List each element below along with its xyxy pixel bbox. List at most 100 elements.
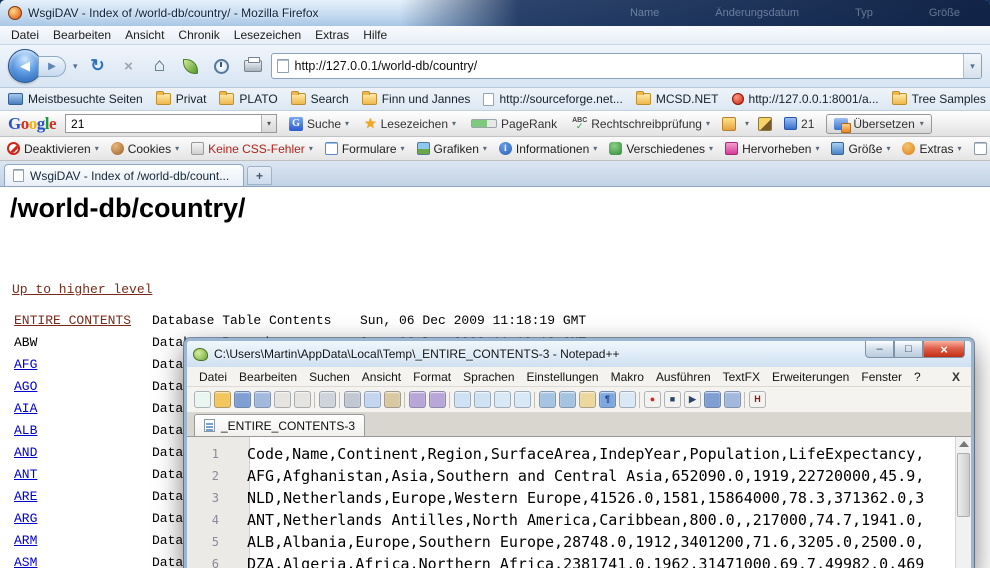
zoom-in-icon[interactable]	[494, 391, 511, 408]
paste-icon[interactable]	[384, 391, 401, 408]
print-button[interactable]	[240, 53, 266, 79]
line-text[interactable]: AFG,Afghanistan,Asia,Southern and Centra…	[235, 465, 924, 487]
menu-item[interactable]: Chronik	[171, 26, 226, 44]
stop-macro-icon[interactable]: ■	[664, 391, 681, 408]
bookmark-item[interactable]: Tree Samples	[892, 92, 986, 106]
bookmark-item[interactable]: Finn und Jannes	[362, 92, 471, 106]
google-counter[interactable]: 21	[781, 115, 817, 133]
webdev-item[interactable]: Keine CSS-Fehler ▾	[191, 142, 313, 156]
undo-icon[interactable]	[409, 391, 426, 408]
webdev-item[interactable]: Extras ▾	[902, 142, 961, 156]
dropdown-caret[interactable]: ▾	[745, 119, 749, 128]
bookmark-item[interactable]: PLATO	[219, 92, 277, 106]
browser-tab[interactable]: WsgiDAV - Index of /world-db/count...	[4, 164, 244, 186]
menu-item[interactable]: TextFX	[717, 368, 766, 386]
entry-link[interactable]: AND	[14, 445, 152, 460]
find-icon[interactable]	[454, 391, 471, 408]
menu-item[interactable]: Ansicht	[356, 368, 407, 386]
url-text[interactable]: http://127.0.0.1/world-db/country/	[295, 59, 957, 73]
line-text[interactable]: ALB,Albania,Europe,Southern Europe,28748…	[235, 531, 924, 553]
bookmark-item[interactable]: Meistbesuchte Seiten	[8, 92, 143, 106]
menu-item[interactable]: Format	[407, 368, 457, 386]
bookmark-item[interactable]: http://127.0.0.1:8001/a...	[732, 92, 879, 106]
record-macro-icon[interactable]: ●	[644, 391, 661, 408]
up-link[interactable]: Up to higher level	[12, 282, 152, 297]
hex-editor-icon[interactable]: H	[749, 391, 766, 408]
close-all-icon[interactable]	[294, 391, 311, 408]
separator[interactable]	[744, 392, 746, 408]
webdev-item[interactable]: Formulare ▾	[325, 142, 405, 156]
editor-area[interactable]: 1 Code,Name,Continent,Region,SurfaceArea…	[187, 437, 971, 568]
history-dropdown[interactable]: ▾	[71, 61, 80, 72]
stop-button[interactable]: ×	[116, 53, 142, 79]
separator[interactable]	[639, 392, 641, 408]
print-icon[interactable]	[319, 391, 336, 408]
google-bookmarks-button[interactable]: ★ Lesezeichen ▾	[361, 113, 459, 134]
editor-scrollbar[interactable]	[955, 437, 971, 568]
close-file-icon[interactable]	[274, 391, 291, 408]
menu-item[interactable]: Makro	[605, 368, 650, 386]
menu-item[interactable]: Extras	[308, 26, 356, 44]
reload-button[interactable]: ↻	[85, 53, 111, 79]
notepadpp-titlebar[interactable]: C:\Users\Martin\AppData\Local\Temp\_ENTI…	[187, 341, 971, 367]
open-folder-icon[interactable]	[214, 391, 231, 408]
entry-link[interactable]: ARG	[14, 511, 152, 526]
translate-button[interactable]: Übersetzen ▾	[826, 114, 931, 134]
scrollbar-thumb[interactable]	[957, 453, 970, 517]
entry-link[interactable]: ARM	[14, 533, 152, 548]
sync-scroll-v-icon[interactable]	[539, 391, 556, 408]
entry-link[interactable]: AFG	[14, 357, 152, 372]
maximize-button[interactable]: □	[894, 341, 923, 358]
webdev-item[interactable]: Verschiedenes ▾	[609, 142, 713, 156]
google-search-box[interactable]: 21 ▾	[65, 114, 277, 133]
menu-item[interactable]: Ansicht	[118, 26, 171, 44]
spellcheck-button[interactable]: ABC ✓ Rechtschreibprüfung ▾	[569, 115, 713, 133]
menu-item[interactable]: Lesezeichen	[227, 26, 308, 44]
addon-button[interactable]	[178, 53, 204, 79]
new-tab-button[interactable]: +	[247, 166, 272, 185]
webdev-item[interactable]: Grafiken ▾	[417, 142, 487, 156]
indent-guide-icon[interactable]	[619, 391, 636, 408]
forward-button[interactable]: ▶	[38, 56, 66, 77]
save-all-icon[interactable]	[254, 391, 271, 408]
copy-icon[interactable]	[364, 391, 381, 408]
menu-item[interactable]: Bearbeiten	[46, 26, 118, 44]
cut-icon[interactable]	[344, 391, 361, 408]
minimize-button[interactable]: –	[865, 341, 894, 358]
line-text[interactable]: NLD,Netherlands,Europe,Western Europe,41…	[235, 487, 924, 509]
menu-item[interactable]: Hilfe	[356, 26, 394, 44]
entry-link[interactable]: AIA	[14, 401, 152, 416]
entry-link[interactable]: ANT	[14, 467, 152, 482]
url-bar[interactable]: http://127.0.0.1/world-db/country/ ▾	[271, 53, 982, 79]
webdev-item[interactable]: Deaktivieren ▾	[7, 142, 99, 156]
document-tab[interactable]: _ENTIRE_CONTENTS-3	[194, 414, 365, 436]
line-text[interactable]: ANT,Netherlands Antilles,North America,C…	[235, 509, 924, 531]
google-search-dropdown[interactable]: ▾	[261, 115, 276, 132]
run-macro-multiple-icon[interactable]	[724, 391, 741, 408]
menu-item[interactable]: Erweiterungen	[766, 368, 855, 386]
webdev-item[interactable]: Cookies ▾	[111, 142, 179, 156]
entry-link[interactable]: ARE	[14, 489, 152, 504]
home-button[interactable]: ⌂	[147, 53, 173, 79]
webdev-item[interactable]: Quellte ▾	[974, 142, 990, 156]
menu-item[interactable]: Ausführen	[650, 368, 717, 386]
save-macro-icon[interactable]	[704, 391, 721, 408]
menu-item[interactable]: Datei	[4, 26, 46, 44]
pagerank-indicator[interactable]: PageRank	[468, 115, 560, 133]
menu-item[interactable]: ?	[908, 368, 927, 386]
word-wrap-icon[interactable]	[579, 391, 596, 408]
close-button[interactable]: ×	[923, 341, 965, 358]
back-button[interactable]: ◀	[8, 49, 42, 83]
firefox-titlebar[interactable]: WsgiDAV - Index of /world-db/country/ - …	[0, 0, 990, 26]
new-file-icon[interactable]	[194, 391, 211, 408]
show-all-characters-icon[interactable]: ¶	[599, 391, 616, 408]
play-macro-icon[interactable]: ▶	[684, 391, 701, 408]
close-document-button[interactable]: X	[952, 370, 965, 384]
separator[interactable]	[534, 392, 536, 408]
line-text[interactable]: Code,Name,Continent,Region,SurfaceArea,I…	[235, 443, 924, 465]
google-search-value[interactable]: 21	[71, 117, 261, 131]
bookmark-item[interactable]: Privat	[156, 92, 207, 106]
entry-link[interactable]: ASM	[14, 555, 152, 568]
entry-link[interactable]: ENTIRE CONTENTS	[14, 313, 152, 328]
menu-item[interactable]: Einstellungen	[521, 368, 605, 386]
